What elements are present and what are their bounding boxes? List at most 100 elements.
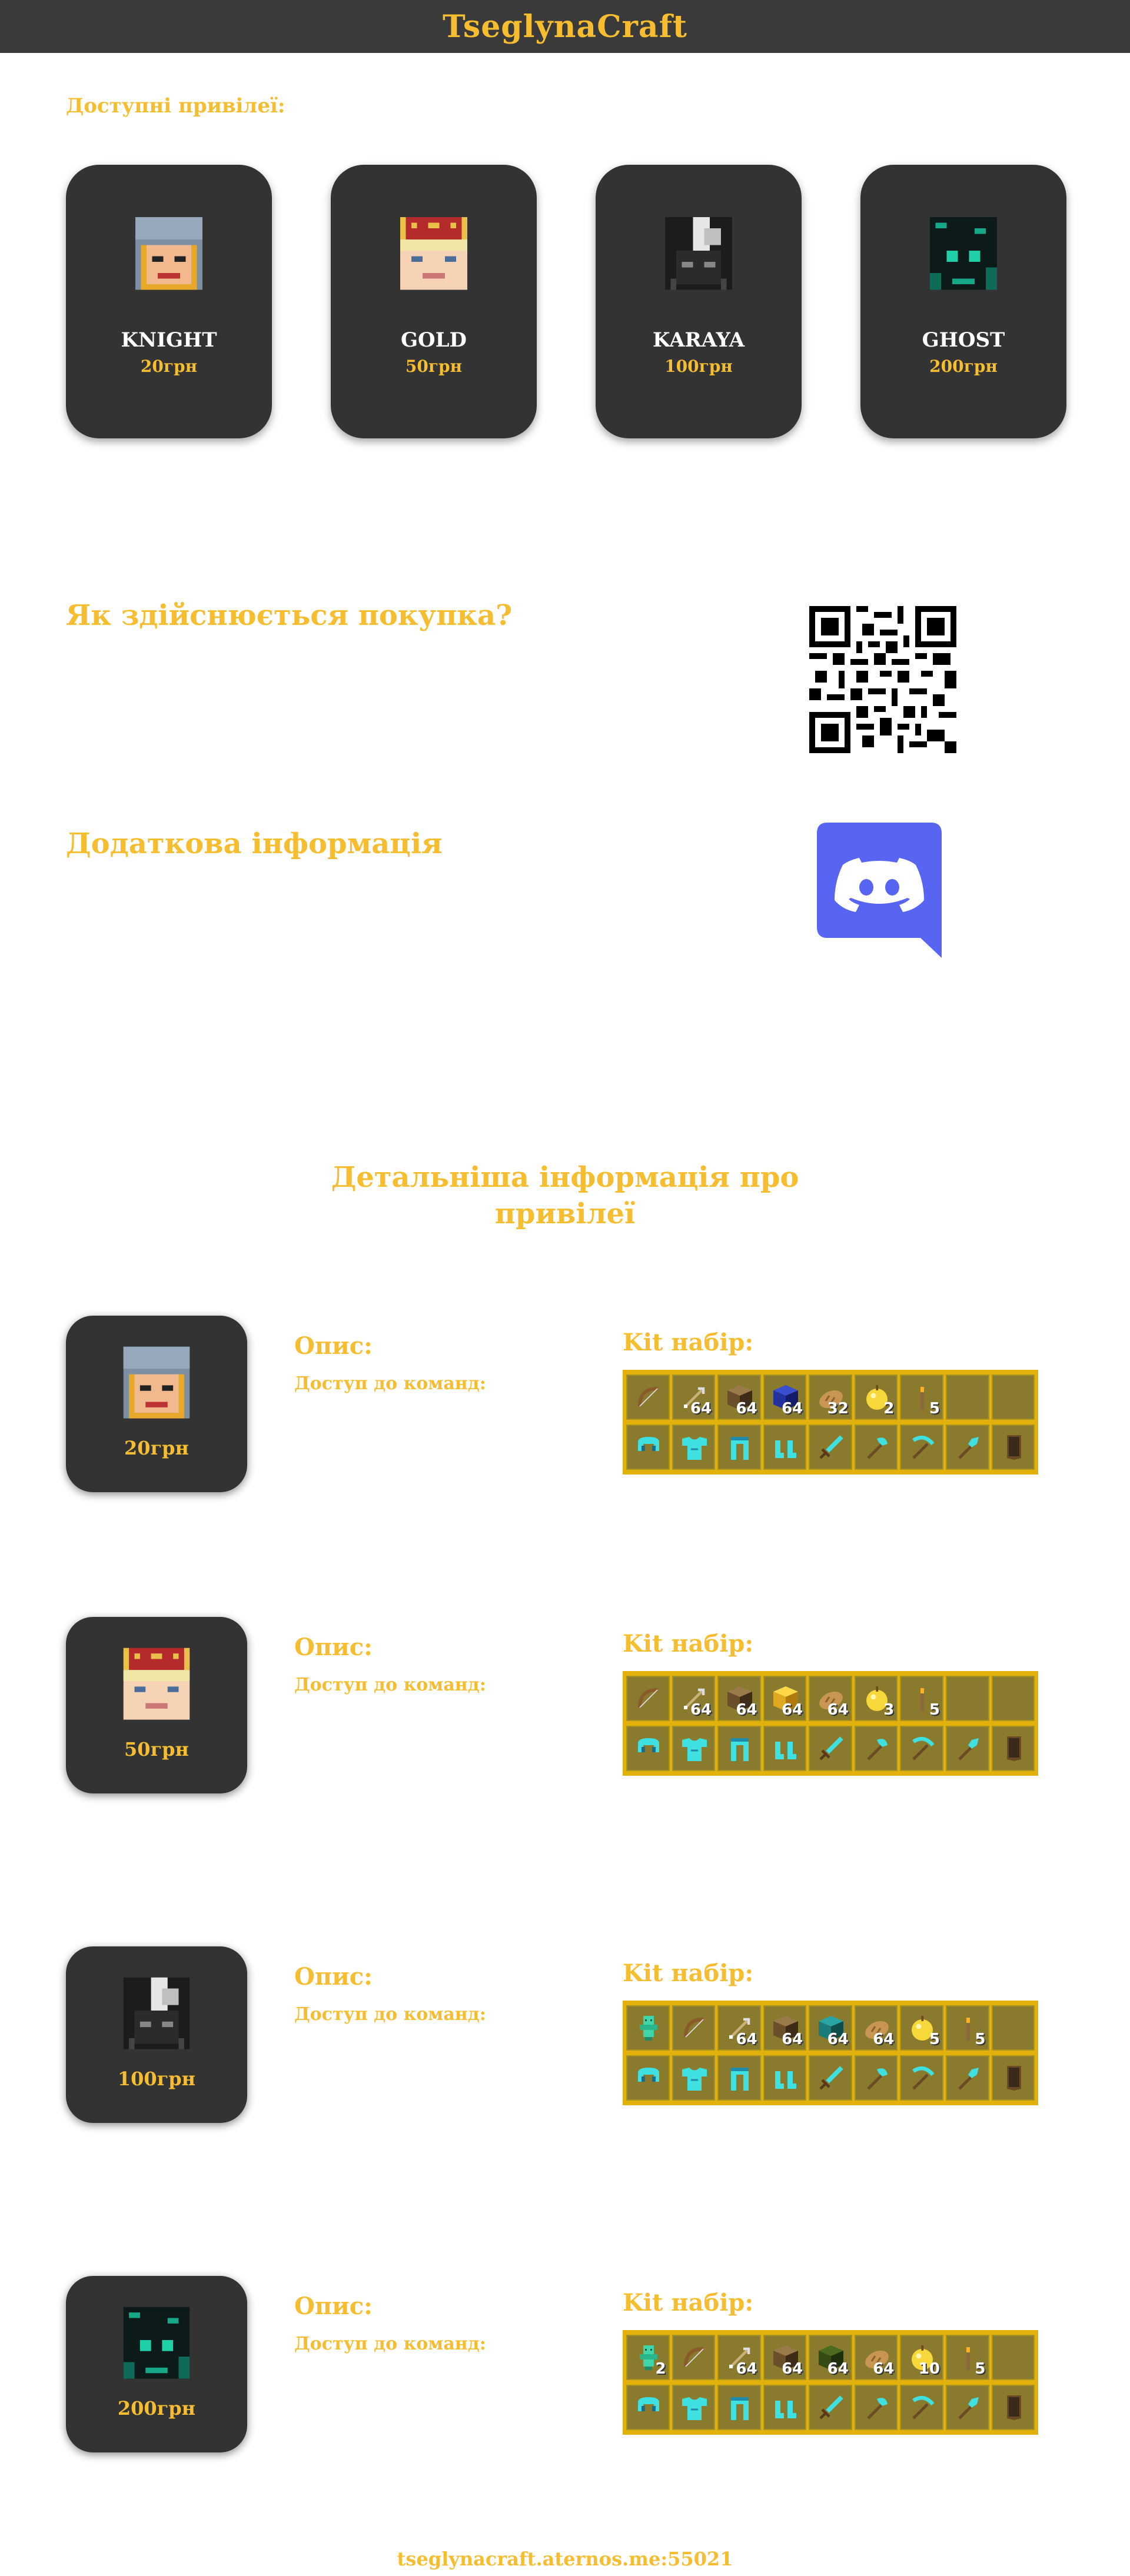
empty-slot[interactable]: [945, 1374, 989, 1420]
empty-slot[interactable]: [991, 1676, 1035, 1721]
diamond-boots-slot[interactable]: [763, 1726, 807, 1771]
diamond-leggings-slot[interactable]: [717, 1726, 761, 1771]
diamond-shovel-icon: [958, 2397, 979, 2419]
diamond-leggings-slot[interactable]: [717, 1425, 761, 1470]
gold-block-slot[interactable]: 64: [763, 1676, 807, 1721]
torch-slot[interactable]: 5: [945, 2335, 989, 2380]
torch-slot[interactable]: 5: [945, 2005, 989, 2051]
diamond-leggings-slot[interactable]: [717, 2055, 761, 2101]
bow-slot[interactable]: [626, 1374, 670, 1420]
item-count: 5: [929, 1400, 940, 1417]
totem-slot[interactable]: [626, 2005, 670, 2051]
torch-slot[interactable]: 5: [900, 1374, 943, 1420]
diamond-chestplate-slot[interactable]: [672, 1425, 716, 1470]
shield-icon: [1006, 2395, 1021, 2420]
shield-slot[interactable]: [991, 2385, 1035, 2430]
wood-block-slot[interactable]: 64: [717, 1374, 761, 1420]
torch-slot[interactable]: 5: [900, 1676, 943, 1721]
diamond-axe-slot[interactable]: [854, 2055, 898, 2101]
diamond-chestplate-slot[interactable]: [672, 2055, 716, 2101]
item-count: 64: [736, 1701, 757, 1719]
commands-label: Доступ до команд:: [294, 2004, 486, 2025]
diamond-sword-slot[interactable]: [809, 1726, 852, 1771]
shield-slot[interactable]: [991, 1425, 1035, 1470]
gold-head-icon: [400, 217, 467, 290]
diamond-sword-slot[interactable]: [809, 2055, 852, 2101]
totem-slot[interactable]: 2: [626, 2335, 670, 2380]
diamond-axe-slot[interactable]: [854, 1425, 898, 1470]
diamond-leggings-icon: [731, 2068, 749, 2091]
item-count: 5: [929, 2031, 940, 2048]
diamond-shovel-slot[interactable]: [945, 1425, 989, 1470]
diamond-axe-slot[interactable]: [854, 2385, 898, 2430]
bread-slot[interactable]: 64: [809, 1676, 852, 1721]
diamond-helmet-slot[interactable]: [626, 2385, 670, 2430]
bow-slot[interactable]: [672, 2005, 716, 2051]
detail-card-gold: 50грн: [66, 1617, 247, 1793]
kit-row: 64 64 64 64 3 5: [626, 1676, 1035, 1721]
empty-slot[interactable]: [991, 2335, 1035, 2380]
diamond-pickaxe-slot[interactable]: [900, 1425, 943, 1470]
description-label: Опис:: [294, 2292, 373, 2320]
diamond-helmet-slot[interactable]: [626, 1726, 670, 1771]
diamond-pickaxe-slot[interactable]: [900, 2055, 943, 2101]
diamond-pickaxe-slot[interactable]: [900, 1726, 943, 1771]
wood-block-slot[interactable]: 64: [717, 1676, 761, 1721]
prismarine-block-slot[interactable]: 64: [809, 2005, 852, 2051]
site-title[interactable]: TseglynaCraft: [443, 9, 687, 45]
privilege-card-knight[interactable]: KNIGHT 20грн: [66, 165, 272, 438]
discord-icon[interactable]: [817, 823, 942, 958]
diamond-chestplate-slot[interactable]: [672, 1726, 716, 1771]
kit-label: Kit набір:: [623, 1630, 754, 1658]
shield-slot[interactable]: [991, 2055, 1035, 2101]
diamond-leggings-slot[interactable]: [717, 2385, 761, 2430]
diamond-shovel-slot[interactable]: [945, 2055, 989, 2101]
item-count: 64: [827, 1701, 849, 1719]
privilege-card-gold[interactable]: GOLD 50грн: [331, 165, 537, 438]
diamond-helmet-slot[interactable]: [626, 2055, 670, 2101]
diamond-sword-slot[interactable]: [809, 1425, 852, 1470]
empty-slot[interactable]: [945, 1676, 989, 1721]
bow-slot[interactable]: [672, 2335, 716, 2380]
golden-apple-slot[interactable]: 2: [854, 1374, 898, 1420]
empty-slot[interactable]: [991, 2005, 1035, 2051]
description-label: Опис:: [294, 1633, 373, 1661]
privilege-name: KNIGHT: [121, 328, 217, 352]
wood-block-slot[interactable]: 64: [763, 2005, 807, 2051]
arrow-slot[interactable]: 64: [672, 1374, 716, 1420]
server-address[interactable]: tseglynacraft.aternos.me:55021: [0, 2548, 1130, 2570]
wood-block-slot[interactable]: 64: [763, 2335, 807, 2380]
item-count: 64: [873, 2031, 895, 2048]
bread-slot[interactable]: 64: [854, 2005, 898, 2051]
diamond-helmet-icon: [638, 1738, 659, 1752]
privilege-card-ghost[interactable]: GHOST 200грн: [860, 165, 1066, 438]
diamond-sword-slot[interactable]: [809, 2385, 852, 2430]
bread-slot[interactable]: 32: [809, 1374, 852, 1420]
diamond-boots-slot[interactable]: [763, 1425, 807, 1470]
bread-slot[interactable]: 64: [854, 2335, 898, 2380]
item-count: 5: [975, 2031, 986, 2048]
diamond-pickaxe-slot[interactable]: [900, 2385, 943, 2430]
golden-apple-slot[interactable]: 3: [854, 1676, 898, 1721]
ghost-head-icon: [930, 217, 997, 290]
diamond-leggings-icon: [731, 2397, 749, 2420]
diamond-boots-slot[interactable]: [763, 2385, 807, 2430]
diamond-shovel-slot[interactable]: [945, 2385, 989, 2430]
bow-slot[interactable]: [626, 1676, 670, 1721]
diamond-shovel-slot[interactable]: [945, 1726, 989, 1771]
diamond-helmet-slot[interactable]: [626, 1425, 670, 1470]
arrow-slot[interactable]: 64: [717, 2335, 761, 2380]
shield-slot[interactable]: [991, 1726, 1035, 1771]
diamond-chestplate-slot[interactable]: [672, 2385, 716, 2430]
diamond-boots-slot[interactable]: [763, 2055, 807, 2101]
lapis-block-slot[interactable]: 64: [763, 1374, 807, 1420]
moss-block-slot[interactable]: 64: [809, 2335, 852, 2380]
diamond-chestplate-icon: [682, 2068, 707, 2091]
arrow-slot[interactable]: 64: [717, 2005, 761, 2051]
golden-apple-slot[interactable]: 5: [900, 2005, 943, 2051]
diamond-axe-slot[interactable]: [854, 1726, 898, 1771]
arrow-slot[interactable]: 64: [672, 1676, 716, 1721]
empty-slot[interactable]: [991, 1374, 1035, 1420]
privilege-card-karaya[interactable]: KARAYA 100грн: [596, 165, 802, 438]
golden-apple-slot[interactable]: 10: [900, 2335, 943, 2380]
